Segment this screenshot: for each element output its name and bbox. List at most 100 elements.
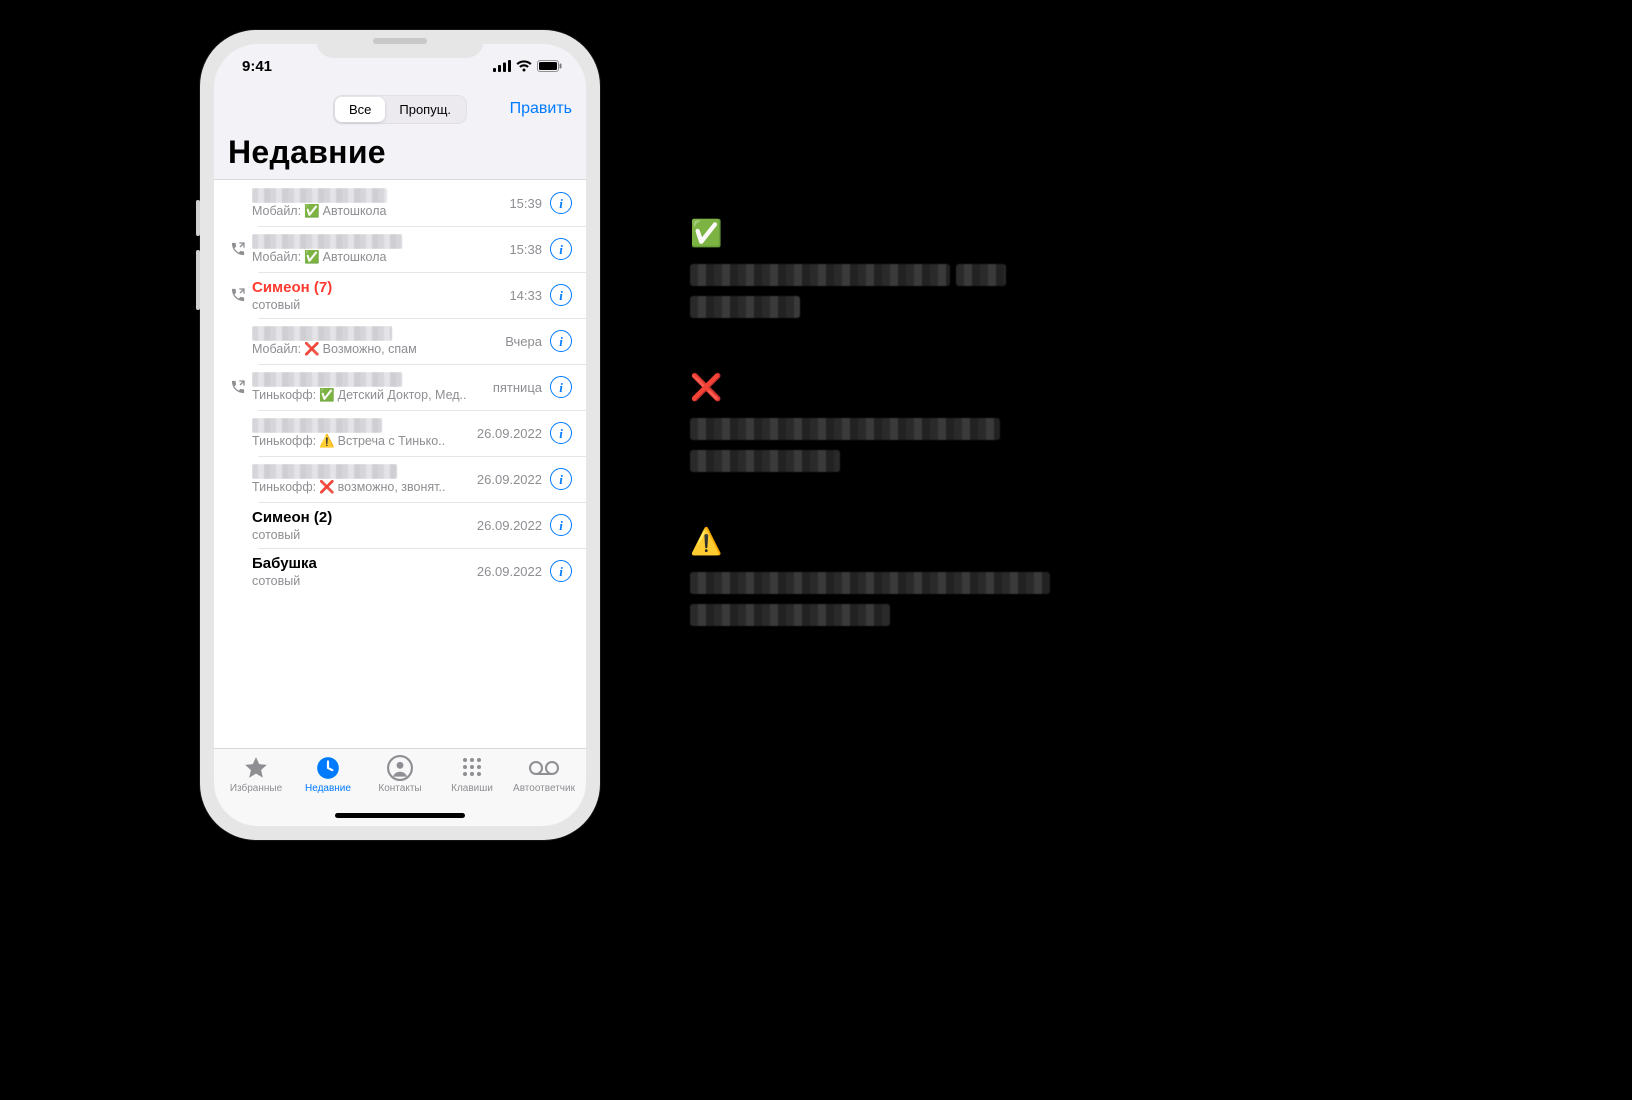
call-subtitle: Мобайл:✅Автошкола — [252, 204, 501, 219]
blurred-contact-name — [252, 372, 402, 387]
legend-panel: ✅ ❌ ⚠️ — [690, 220, 1250, 682]
call-body: Бабушкасотовый — [252, 555, 469, 588]
call-title — [252, 464, 469, 479]
outgoing-call-icon — [224, 379, 252, 395]
call-row[interactable]: Бабушкасотовый 26.09.2022 — [214, 548, 586, 594]
outgoing-call-icon — [224, 287, 252, 303]
legend-section: ✅ — [690, 220, 1250, 318]
call-row[interactable]: Тинькофф:✅Детский Доктор, Мед.. пятница — [214, 364, 586, 410]
segmented-control[interactable]: Все Пропущ. — [333, 95, 467, 124]
blurred-contact-name — [252, 464, 397, 479]
legend-text-line — [690, 296, 1250, 318]
blurred-legend-text — [690, 296, 800, 318]
status-time: 9:41 — [242, 58, 272, 75]
phone-frame: 9:41 Все Пропущ. Править Недавние Мобайл… — [200, 30, 600, 840]
tab-label: Избранные — [230, 783, 282, 794]
call-row[interactable]: Симеон (2)сотовый26.09.2022 — [214, 502, 586, 548]
call-body: Тинькофф:⚠️Встреча с Тинько.. — [252, 418, 469, 449]
call-subtitle: Тинькофф:⚠️Встреча с Тинько.. — [252, 434, 469, 449]
call-body: Симеон (2)сотовый — [252, 509, 469, 542]
info-button[interactable] — [550, 422, 572, 444]
call-body: Тинькофф:❌возможно, звонят.. — [252, 464, 469, 495]
segment-missed[interactable]: Пропущ. — [385, 97, 465, 122]
voicemail-icon — [529, 755, 559, 781]
call-time: пятница — [493, 380, 542, 395]
blurred-legend-text — [690, 418, 1000, 440]
clock-icon — [315, 755, 341, 781]
caller-id-status-icon: ❌ — [319, 480, 335, 495]
call-time: 26.09.2022 — [477, 472, 542, 487]
call-subtitle: сотовый — [252, 574, 469, 588]
call-time: 26.09.2022 — [477, 426, 542, 441]
phone-notch — [316, 30, 484, 58]
edit-button[interactable]: Править — [510, 100, 572, 118]
status-indicators — [493, 60, 562, 72]
legend-section: ⚠️ — [690, 528, 1250, 626]
call-time: 26.09.2022 — [477, 564, 542, 579]
call-subtitle: Мобайл:❌Возможно, спам — [252, 342, 497, 357]
info-button[interactable] — [550, 238, 572, 260]
call-title — [252, 326, 497, 341]
tab-label: Автоответчик — [513, 783, 575, 794]
call-subtitle: сотовый — [252, 528, 469, 542]
tab-label: Контакты — [378, 783, 421, 794]
info-button[interactable] — [550, 468, 572, 490]
caller-id-status-icon: ✅ — [304, 204, 320, 219]
caller-id-status-icon: ❌ — [304, 342, 320, 357]
blurred-contact-name — [252, 234, 402, 249]
segment-all[interactable]: Все — [335, 97, 385, 122]
blurred-contact-name — [252, 326, 392, 341]
call-row[interactable]: Мобайл:✅Автошкола 15:38 — [214, 226, 586, 272]
keypad-icon — [460, 755, 484, 781]
call-subtitle: Тинькофф:❌возможно, звонят.. — [252, 480, 469, 495]
tab-label: Недавние — [305, 783, 351, 794]
call-body: Симеон (7)сотовый — [252, 279, 501, 312]
info-button[interactable] — [550, 330, 572, 352]
tab-label: Клавиши — [451, 783, 493, 794]
info-button[interactable] — [550, 514, 572, 536]
call-time: 15:38 — [509, 242, 542, 257]
call-subtitle: Мобайл:✅Автошкола — [252, 250, 501, 265]
caller-id-status-icon: ⚠️ — [319, 434, 335, 449]
legend-text-line — [690, 418, 1250, 440]
blurred-legend-text — [690, 604, 890, 626]
call-row[interactable]: Мобайл:✅Автошкола15:39 — [214, 180, 586, 226]
blurred-contact-name — [252, 418, 382, 433]
call-title: Симеон (2) — [252, 509, 469, 527]
blurred-contact-name — [252, 188, 387, 203]
call-title — [252, 188, 501, 203]
tab-favorites[interactable]: Избранные — [220, 755, 292, 826]
person-icon — [387, 755, 413, 781]
call-subtitle: Тинькофф:✅Детский Доктор, Мед.. — [252, 388, 485, 403]
call-row[interactable]: Тинькофф:⚠️Встреча с Тинько.. 26.09.2022 — [214, 410, 586, 456]
home-indicator[interactable] — [335, 813, 465, 818]
legend-text-line — [690, 264, 1250, 286]
call-body: Тинькофф:✅Детский Доктор, Мед.. — [252, 372, 485, 403]
call-row[interactable]: Симеон (7)сотовый 14:33 — [214, 272, 586, 318]
info-button[interactable] — [550, 376, 572, 398]
info-button[interactable] — [550, 192, 572, 214]
recents-list[interactable]: Мобайл:✅Автошкола15:39Мобайл:✅Автошкола1… — [214, 179, 586, 748]
call-title — [252, 234, 501, 249]
info-button[interactable] — [550, 560, 572, 582]
legend-mark-icon: ❌ — [690, 374, 1250, 400]
legend-text-line — [690, 604, 1250, 626]
call-title — [252, 418, 469, 433]
nav-header: Все Пропущ. Править Недавние — [214, 88, 586, 179]
cellular-icon — [493, 60, 511, 72]
call-subtitle: сотовый — [252, 298, 501, 312]
legend-mark-icon: ✅ — [690, 220, 1250, 246]
call-time: 14:33 — [509, 288, 542, 303]
call-row[interactable]: Тинькофф:❌возможно, звонят.. 26.09.2022 — [214, 456, 586, 502]
star-icon — [243, 755, 269, 781]
page-title: Недавние — [228, 134, 572, 171]
legend-text-line — [690, 572, 1250, 594]
blurred-legend-text — [690, 264, 950, 286]
tab-voicemail[interactable]: Автоответчик — [508, 755, 580, 826]
call-body: Мобайл:✅Автошкола — [252, 234, 501, 265]
info-button[interactable] — [550, 284, 572, 306]
call-time: Вчера — [505, 334, 542, 349]
call-row[interactable]: Мобайл:❌Возможно, спам Вчера — [214, 318, 586, 364]
call-body: Мобайл:❌Возможно, спам — [252, 326, 497, 357]
outgoing-call-icon — [224, 241, 252, 257]
